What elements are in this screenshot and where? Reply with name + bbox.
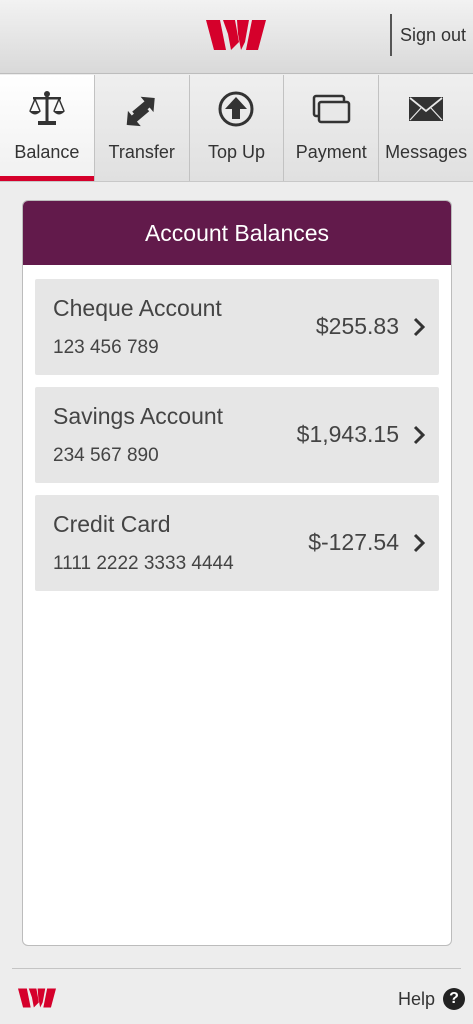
tab-messages[interactable]: Messages (379, 75, 473, 181)
help-button[interactable]: Help ? (398, 984, 466, 1014)
account-list: Cheque Account 123 456 789 $255.83 Savin… (23, 265, 451, 591)
account-row-credit-card[interactable]: Credit Card 1111 2222 3333 4444 $-127.54 (35, 495, 439, 591)
westpac-logo (206, 20, 266, 50)
cards-icon (313, 94, 351, 124)
help-label: Help (398, 988, 436, 1009)
scales-icon (28, 91, 65, 125)
tab-label: Top Up (207, 142, 266, 162)
account-balance: $1,943.15 (296, 421, 399, 447)
footer-divider (12, 968, 461, 969)
tab-balance[interactable]: Balance (0, 75, 95, 181)
tab-transfer[interactable]: Transfer (94, 75, 190, 181)
account-balances-card: Account Balances Cheque Account 123 456 … (22, 200, 452, 946)
transfer-arrows-icon (126, 96, 155, 127)
account-number: 1111 2222 3333 4444 (53, 553, 234, 574)
chevron-right-icon (413, 425, 425, 445)
tab-payment[interactable]: Payment (284, 75, 380, 181)
question-mark-icon: ? (443, 988, 466, 1010)
tab-label: Payment (295, 142, 367, 162)
account-balance: $255.83 (315, 313, 399, 339)
chevron-right-icon (413, 317, 425, 337)
account-name: Savings Account (53, 403, 224, 429)
header-divider (390, 14, 392, 56)
sign-out-button[interactable]: Sign out (398, 22, 468, 48)
top-header: Sign out (0, 0, 473, 74)
main-tab-bar: Balance Transfer Top Up Payment Messages (0, 75, 473, 182)
envelope-icon (409, 97, 444, 121)
tab-label: Messages (385, 142, 468, 162)
account-number: 234 567 890 (53, 445, 159, 466)
active-tab-indicator (0, 176, 94, 181)
account-number: 123 456 789 (53, 337, 159, 358)
tab-label: Balance (14, 142, 80, 162)
account-name: Cheque Account (53, 295, 222, 321)
tab-top-up[interactable]: Top Up (189, 75, 285, 181)
tab-label: Transfer (108, 142, 175, 162)
westpac-logo-footer (18, 988, 56, 1008)
up-arrow-circle-icon (218, 91, 254, 127)
card-title: Account Balances (23, 201, 451, 265)
account-row-savings[interactable]: Savings Account 234 567 890 $1,943.15 (35, 387, 439, 483)
account-name: Credit Card (53, 511, 171, 537)
chevron-right-icon (413, 533, 425, 553)
banking-app: Sign out Balance Transfer Top Up Payment… (0, 0, 473, 1024)
account-balance: $-127.54 (308, 529, 399, 555)
account-row-cheque[interactable]: Cheque Account 123 456 789 $255.83 (35, 279, 439, 375)
